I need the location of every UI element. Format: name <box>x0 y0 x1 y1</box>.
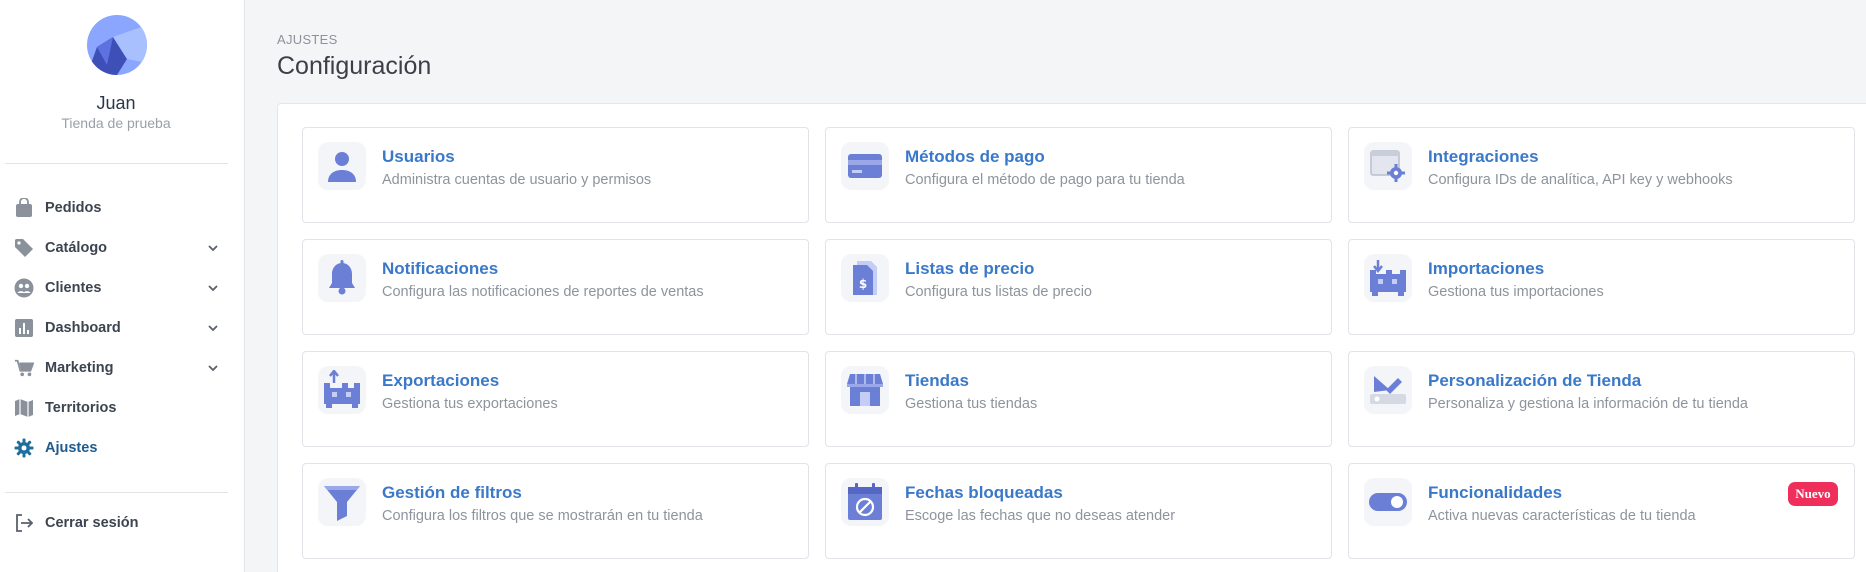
breadcrumb: AJUSTES <box>277 32 338 47</box>
sidebar-item-clientes[interactable]: Clientes <box>0 271 230 305</box>
sidebar-item-label: Catálogo <box>45 240 108 256</box>
filter-icon <box>318 478 366 526</box>
card-funcionalidades[interactable]: Funcionalidades Activa nuevas caracterís… <box>1348 463 1855 559</box>
sidebar-item-label: Pedidos <box>45 200 102 216</box>
sidebar-item-label: Clientes <box>45 280 102 296</box>
card-title: Importaciones <box>1428 259 1545 278</box>
integration-gear-icon <box>1364 142 1412 190</box>
sidebar-divider <box>5 163 228 164</box>
card-title: Métodos de pago <box>905 147 1045 166</box>
logout-button[interactable]: Cerrar sesión <box>0 506 230 540</box>
sidebar-divider <box>5 492 228 493</box>
sidebar: Juan Tienda de prueba Pedidos Catálogo C… <box>0 0 245 572</box>
chevron-down-icon[interactable] <box>206 281 220 295</box>
sidebar-item-label: Dashboard <box>45 320 121 336</box>
sidebar-item-label: Ajustes <box>45 440 98 456</box>
card-desc: Personaliza y gestiona la información de… <box>1428 396 1748 412</box>
card-title: Usuarios <box>382 147 455 166</box>
card-desc: Activa nuevas características de tu tien… <box>1428 508 1696 524</box>
export-icon <box>318 366 366 414</box>
card-listas-de-precio[interactable]: $ Listas de precio Configura tus listas … <box>825 239 1332 335</box>
new-badge: Nuevo <box>1788 482 1838 506</box>
card-title: Exportaciones <box>382 371 500 390</box>
bar-chart-icon <box>14 318 34 338</box>
card-desc: Configura el método de pago para tu tien… <box>905 172 1185 188</box>
card-title: Integraciones <box>1428 147 1539 166</box>
card-desc: Gestiona tus importaciones <box>1428 284 1604 300</box>
sidebar-item-territorios[interactable]: Territorios <box>0 391 230 425</box>
card-desc: Configura IDs de analítica, API key y we… <box>1428 172 1733 188</box>
sidebar-item-label: Marketing <box>45 360 114 376</box>
card-usuarios[interactable]: Usuarios Administra cuentas de usuario y… <box>302 127 809 223</box>
user-store: Tienda de prueba <box>61 115 171 131</box>
store-icon <box>841 366 889 414</box>
card-title: Tiendas <box>905 371 969 390</box>
chevron-down-icon[interactable] <box>206 321 220 335</box>
sidebar-item-marketing[interactable]: Marketing <box>0 351 230 385</box>
avatar[interactable] <box>87 15 147 75</box>
sidebar-item-dashboard[interactable]: Dashboard <box>0 311 230 345</box>
cart-icon <box>14 358 34 378</box>
import-icon <box>1364 254 1412 302</box>
price-list-icon: $ <box>841 254 889 302</box>
card-title: Personalización de Tienda <box>1428 371 1642 390</box>
card-metodos-de-pago[interactable]: Métodos de pago Configura el método de p… <box>825 127 1332 223</box>
card-title: Funcionalidades <box>1428 483 1563 502</box>
toggle-icon <box>1364 478 1412 526</box>
card-title: Listas de precio <box>905 259 1035 278</box>
card-notificaciones[interactable]: Notificaciones Configura las notificacio… <box>302 239 809 335</box>
sidebar-item-label: Territorios <box>45 400 117 416</box>
card-importaciones[interactable]: Importaciones Gestiona tus importaciones <box>1348 239 1855 335</box>
credit-card-icon <box>841 142 889 190</box>
sidebar-item-catalogo[interactable]: Catálogo <box>0 231 230 265</box>
user-name: Juan <box>96 93 136 113</box>
chevron-down-icon[interactable] <box>206 241 220 255</box>
svg-text:$: $ <box>859 277 867 291</box>
shopping-bag-icon <box>14 198 34 218</box>
card-desc: Administra cuentas de usuario y permisos <box>382 172 652 188</box>
card-exportaciones[interactable]: Exportaciones Gestiona tus exportaciones <box>302 351 809 447</box>
map-icon <box>14 398 34 418</box>
settings-panel: Usuarios Administra cuentas de usuario y… <box>277 103 1866 572</box>
card-desc: Configura los filtros que se mostrarán e… <box>382 508 703 524</box>
tag-icon <box>14 238 34 258</box>
card-personalizacion-de-tienda[interactable]: Personalización de Tienda Personaliza y … <box>1348 351 1855 447</box>
users-icon <box>14 278 34 298</box>
logout-label: Cerrar sesión <box>45 515 139 531</box>
chevron-down-icon[interactable] <box>206 361 220 375</box>
sidebar-item-pedidos[interactable]: Pedidos <box>0 191 230 225</box>
card-title: Notificaciones <box>382 259 499 278</box>
card-desc: Gestiona tus tiendas <box>905 396 1038 412</box>
bell-icon <box>318 254 366 302</box>
card-title: Gestión de filtros <box>382 483 522 502</box>
card-desc: Escoge las fechas que no deseas atender <box>905 508 1176 524</box>
gear-icon <box>14 438 34 458</box>
card-integraciones[interactable]: Integraciones Configura IDs de analítica… <box>1348 127 1855 223</box>
blocked-calendar-icon <box>841 478 889 526</box>
card-desc: Configura las notificaciones de reportes… <box>382 284 704 300</box>
card-tiendas[interactable]: Tiendas Gestiona tus tiendas <box>825 351 1332 447</box>
page-title: Configuración <box>277 52 432 80</box>
card-gestion-de-filtros[interactable]: Gestión de filtros Configura los filtros… <box>302 463 809 559</box>
customize-icon <box>1364 366 1412 414</box>
card-desc: Configura tus listas de precio <box>905 284 1092 300</box>
sidebar-item-ajustes[interactable]: Ajustes <box>0 431 230 465</box>
card-desc: Gestiona tus exportaciones <box>382 396 558 412</box>
card-fechas-bloqueadas[interactable]: Fechas bloqueadas Escoge las fechas que … <box>825 463 1332 559</box>
card-title: Fechas bloqueadas <box>905 483 1063 502</box>
logout-icon <box>14 513 34 533</box>
user-icon <box>318 142 366 190</box>
